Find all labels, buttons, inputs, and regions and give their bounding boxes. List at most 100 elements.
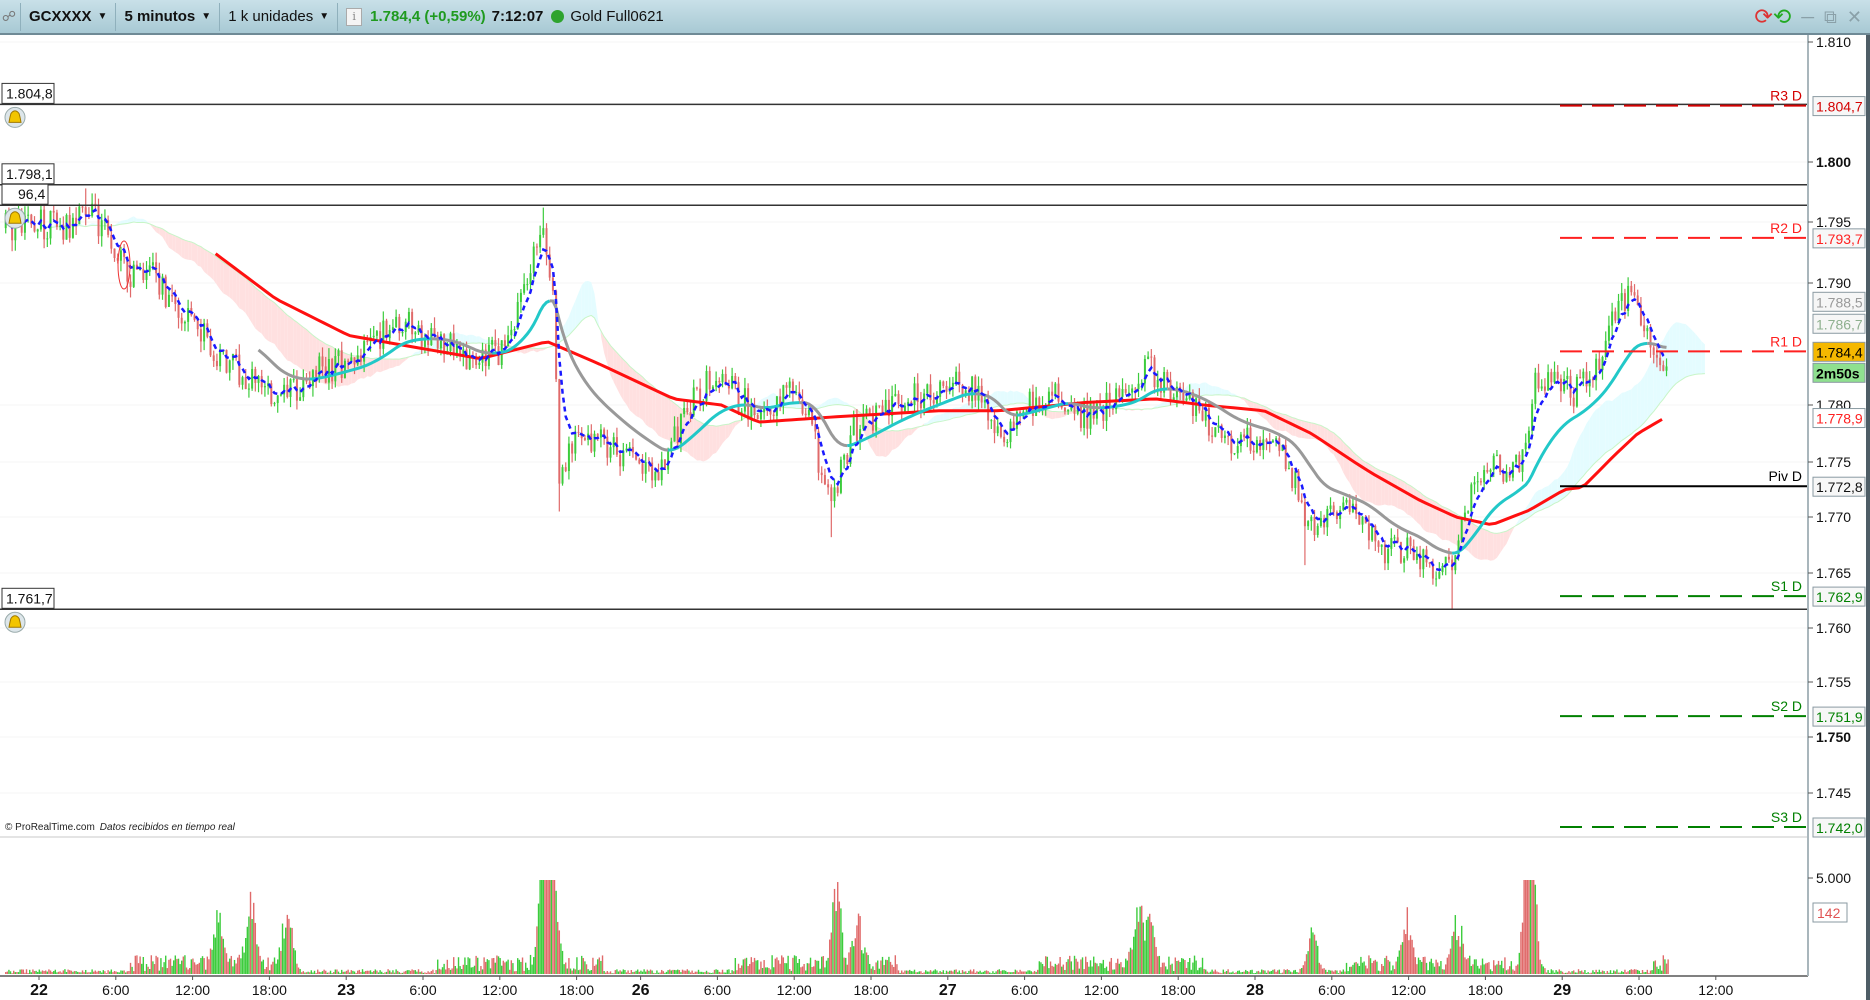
- candle-body: [247, 388, 250, 390]
- candle-body: [1079, 405, 1082, 428]
- candle-body: [1054, 383, 1057, 396]
- candle-body: [1099, 403, 1102, 406]
- cloud-segment: [1682, 323, 1686, 380]
- bell-icon[interactable]: [4, 106, 26, 128]
- candle-body: [199, 329, 202, 342]
- cloud-segment: [632, 369, 637, 417]
- cloud-segment: [284, 312, 288, 361]
- cloud-segment: [1692, 330, 1696, 376]
- cloud-segment: [1480, 528, 1485, 560]
- x-tick-label: 27: [939, 982, 957, 999]
- candle-body: [1207, 408, 1210, 436]
- x-tick-label: 6:00: [704, 982, 731, 998]
- cloud-segment: [658, 391, 662, 438]
- cloud-segment: [396, 359, 400, 367]
- last-price: 1.784,4 (+0,59%): [370, 8, 486, 25]
- candle-body: [180, 317, 183, 324]
- y-tick-label: 1.810: [1816, 34, 1851, 50]
- cloud-segment: [1634, 383, 1638, 432]
- x-tick-label: 29: [1553, 982, 1571, 999]
- bell-icon[interactable]: [4, 207, 26, 229]
- close-icon[interactable]: ✕: [1847, 7, 1862, 28]
- candle-body: [715, 380, 718, 387]
- candle-body: [1300, 500, 1303, 503]
- candle-body: [1614, 311, 1617, 321]
- candle-body: [1639, 305, 1642, 326]
- x-tick-label: 18:00: [853, 982, 888, 998]
- candle-body: [542, 228, 545, 235]
- candle-body: [1332, 505, 1335, 513]
- candle-body: [1121, 388, 1124, 397]
- candle-body: [1409, 537, 1412, 547]
- cloud-segment: [1672, 322, 1677, 387]
- candle-body: [187, 308, 190, 322]
- candle-body: [1553, 371, 1556, 383]
- y-tick-label: 1.755: [1816, 674, 1851, 690]
- cloud-segment: [191, 242, 195, 262]
- candle-body: [535, 246, 538, 248]
- cloud-segment: [1701, 341, 1705, 374]
- candle-body: [1380, 544, 1383, 547]
- candle-body: [1495, 454, 1498, 456]
- candle-body: [129, 281, 132, 287]
- cloud-segment: [584, 281, 589, 319]
- candle-body: [1361, 516, 1364, 525]
- cloud-segment: [1490, 532, 1494, 561]
- restore-icon[interactable]: ⧉: [1824, 7, 1837, 28]
- candle-body: [1659, 357, 1662, 366]
- candle-body: [1303, 502, 1306, 527]
- candle-body: [65, 214, 68, 240]
- refresh-icon[interactable]: ⟳⟲: [1754, 4, 1791, 30]
- cloud-segment: [712, 425, 717, 455]
- candle-body: [1217, 425, 1220, 428]
- divider: [219, 2, 221, 31]
- chart-background: [0, 0, 1870, 1000]
- symbol-selector[interactable]: GCXXXX ▼: [23, 2, 113, 32]
- cloud-segment: [1564, 466, 1568, 498]
- cloud-segment: [1637, 380, 1641, 429]
- cloud-segment: [1372, 465, 1376, 505]
- alert-label: 1.798,1: [6, 166, 53, 182]
- price-box-label: 1.788,5: [1816, 294, 1863, 310]
- cloud-segment: [210, 252, 214, 281]
- candle-body: [513, 329, 516, 331]
- cloud-segment: [1013, 391, 1017, 404]
- candle-body: [1006, 442, 1009, 444]
- units-selector[interactable]: 1 k unidades ▼: [222, 2, 335, 32]
- candle-body: [238, 354, 241, 385]
- candle-body: [718, 380, 721, 383]
- alert-label: 96,4: [18, 186, 45, 202]
- candle-body: [1287, 468, 1290, 470]
- price-chart[interactable]: 1.804,8 1.798,1 96,4 1.761,7 R3 D R2 D R1 D Piv…: [0, 0, 1870, 1000]
- price-box-label: 1.751,9: [1816, 709, 1863, 725]
- candle-body: [1319, 518, 1322, 526]
- cloud-segment: [639, 374, 643, 420]
- candle-body: [1182, 392, 1185, 401]
- cloud-segment: [588, 281, 592, 317]
- cloud-segment: [1420, 492, 1424, 530]
- cloud-segment: [1599, 404, 1603, 459]
- quote-info: i 1.784,4 (+0,59%) 7:12:07 Gold Full0621: [340, 2, 670, 32]
- timeframe-selector[interactable]: 5 minutos ▼: [118, 2, 217, 32]
- cloud-segment: [389, 358, 393, 369]
- volume-tick-label: 5.000: [1816, 870, 1851, 886]
- cloud-segment: [168, 233, 173, 250]
- candle-body: [244, 377, 247, 389]
- candle-body: [1358, 513, 1361, 525]
- candle-body: [491, 340, 494, 345]
- candle-body: [1143, 359, 1146, 384]
- candle-body: [375, 331, 378, 336]
- candle-body: [510, 329, 513, 336]
- candle-body: [1371, 525, 1374, 541]
- cloud-segment: [1548, 483, 1552, 508]
- cloud-segment: [1541, 487, 1545, 510]
- link-icon[interactable]: ☍: [0, 3, 18, 31]
- cloud-segment: [392, 359, 397, 368]
- candle-body: [1137, 383, 1140, 390]
- info-icon[interactable]: i: [346, 7, 363, 26]
- bell-icon[interactable]: [4, 611, 26, 633]
- candle-body: [119, 250, 122, 261]
- minimize-icon[interactable]: ─: [1801, 7, 1814, 28]
- candle-body: [1310, 516, 1313, 522]
- x-tick-label: 6:00: [102, 982, 129, 998]
